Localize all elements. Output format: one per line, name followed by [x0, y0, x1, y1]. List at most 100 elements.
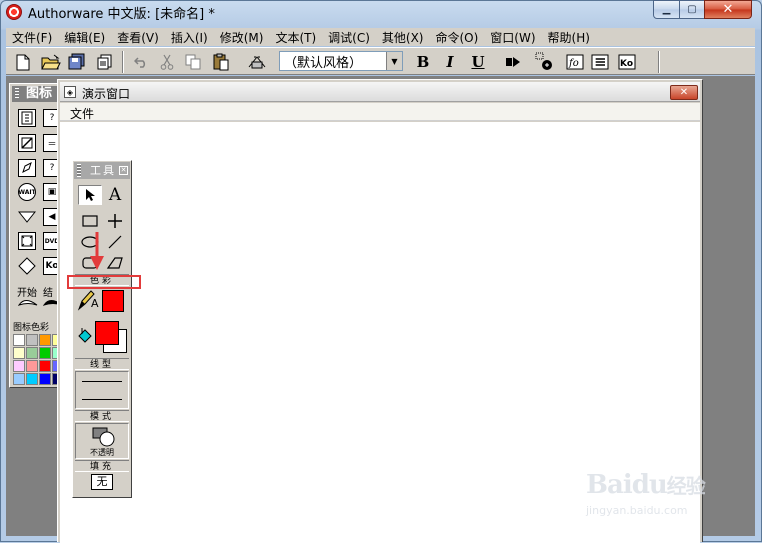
knowledge-objects-label: Ko	[620, 59, 633, 69]
icon-color-swatch[interactable]	[13, 373, 25, 385]
start-flag-label: 开始	[17, 288, 37, 299]
watermark-brand: Baidu	[586, 470, 668, 500]
mode-box[interactable]: 不透明	[75, 423, 129, 459]
main-toolbar: （默认风格） ▼ B I U fo Ko	[6, 47, 755, 75]
new-file-icon[interactable]	[12, 51, 34, 73]
copy-icon[interactable]	[182, 51, 204, 73]
bold-button[interactable]: B	[412, 51, 434, 73]
calculation-icon[interactable]	[18, 232, 36, 250]
chevron-down-icon[interactable]: ▼	[386, 52, 402, 70]
wait-icon[interactable]: WAIT	[18, 183, 36, 201]
fill-foreground-color[interactable]	[95, 321, 119, 345]
cut-icon[interactable]	[156, 51, 178, 73]
menu-debug[interactable]: 调试(C)	[322, 29, 376, 46]
fill-section-label: 填充	[75, 460, 129, 472]
italic-button[interactable]: I	[439, 51, 461, 73]
paste-icon[interactable]	[210, 51, 232, 73]
baidu-watermark: Baidu经验 jingyan.baidu.com	[586, 470, 726, 522]
menu-other[interactable]: 其他(X)	[376, 29, 430, 46]
line-sample	[82, 399, 122, 400]
menu-help[interactable]: 帮助(H)	[542, 29, 596, 46]
framework-icon[interactable]	[18, 159, 36, 177]
erase-icon[interactable]	[18, 134, 36, 152]
menu-edit[interactable]: 编辑(E)	[58, 29, 111, 46]
presentation-menubar: 文件	[60, 103, 700, 121]
menu-text[interactable]: 文本(T)	[269, 29, 322, 46]
control-panel-icon[interactable]	[534, 51, 556, 73]
highlight-box	[67, 275, 141, 289]
run-icon[interactable]	[502, 51, 524, 73]
close-button[interactable]: ✕	[704, 0, 752, 19]
variables-icon[interactable]	[589, 51, 611, 73]
drag-grip-icon[interactable]	[77, 164, 81, 177]
presentation-title: 演示窗口	[82, 87, 131, 101]
rectangle-tool[interactable]	[78, 211, 102, 231]
function-icon[interactable]: fo	[564, 51, 586, 73]
presentation-titlebar[interactable]: ◈ 演示窗口 ✕	[60, 82, 700, 102]
text-style-value: （默认风格）	[284, 55, 363, 71]
fill-pattern-none[interactable]: 无	[91, 474, 113, 490]
icon-color-swatch[interactable]	[39, 334, 51, 346]
save-all-icon[interactable]	[66, 51, 88, 73]
line-style-box[interactable]	[75, 371, 129, 409]
text-style-dropdown[interactable]: （默认风格） ▼	[279, 51, 403, 71]
menu-file[interactable]: 文件(F)	[6, 29, 58, 46]
menu-window[interactable]: 窗口(W)	[484, 29, 541, 46]
tools-title: 工具	[90, 164, 116, 177]
text-color-letter: A	[91, 297, 99, 310]
end-flag-label: 结	[43, 288, 53, 299]
annotation-arrow-icon	[87, 232, 107, 272]
toolbar-separator	[122, 51, 124, 73]
icon-color-swatch[interactable]	[13, 360, 25, 372]
menu-command[interactable]: 命令(O)	[429, 29, 484, 46]
tools-panel: 工具 ✕ A 色彩 A 线型 模式 不透明 填充 无	[72, 160, 132, 498]
text-tool[interactable]: A	[103, 185, 127, 205]
mode-section-label: 模式	[75, 410, 129, 422]
open-folder-icon[interactable]	[40, 51, 62, 73]
presentation-menu-file[interactable]: 文件	[70, 105, 94, 122]
drag-grip-icon[interactable]	[15, 88, 19, 100]
caption-buttons: ▁ ▢ ✕	[653, 0, 757, 19]
underline-button[interactable]: U	[467, 51, 489, 73]
knowledge-objects-icon[interactable]: Ko	[616, 51, 638, 73]
authorware-app-icon[interactable]	[6, 4, 22, 20]
find-replace-icon[interactable]	[246, 51, 268, 73]
map-icon[interactable]	[18, 257, 36, 275]
icon-color-label: 图标色彩	[13, 323, 50, 333]
watermark-url: jingyan.baidu.com	[586, 504, 688, 517]
menu-modify[interactable]: 修改(M)	[214, 29, 270, 46]
undo-icon[interactable]	[130, 51, 152, 73]
menu-view[interactable]: 查看(V)	[111, 29, 165, 46]
start-flag-icon[interactable]	[17, 298, 38, 310]
straight-line-tool[interactable]	[103, 211, 127, 231]
opaque-mode-icon	[92, 427, 116, 447]
maximize-button[interactable]: ▢	[679, 0, 705, 19]
paint-bucket-icon	[76, 324, 92, 346]
function-icon-label: fo	[568, 58, 579, 69]
icon-color-swatch[interactable]	[26, 360, 38, 372]
icon-color-swatch[interactable]	[13, 347, 25, 359]
line-style-section-label: 线型	[75, 358, 129, 370]
menu-bar: 文件(F) 编辑(E) 查看(V) 插入(I) 修改(M) 文本(T) 调试(C…	[6, 28, 755, 46]
icon-color-swatch[interactable]	[39, 373, 51, 385]
tools-close-button[interactable]: ✕	[119, 166, 128, 175]
minimize-button[interactable]: ▁	[653, 0, 680, 19]
tools-titlebar[interactable]: 工具 ✕	[74, 162, 130, 179]
thin-line-sample	[82, 381, 122, 382]
icon-color-swatch[interactable]	[26, 373, 38, 385]
window-title: Authorware 中文版: [未命名] *	[28, 7, 215, 22]
icon-color-swatch[interactable]	[39, 360, 51, 372]
toolbar-separator	[658, 51, 660, 73]
presentation-close-button[interactable]: ✕	[670, 85, 698, 100]
icon-color-swatch[interactable]	[13, 334, 25, 346]
icon-color-swatch[interactable]	[26, 347, 38, 359]
menu-insert[interactable]: 插入(I)	[165, 29, 214, 46]
line-color-swatch[interactable]	[102, 290, 124, 312]
import-icon[interactable]	[94, 51, 116, 73]
icon-color-swatch[interactable]	[26, 334, 38, 346]
watermark-brand-cn: 经验	[666, 474, 706, 498]
display-icon[interactable]	[18, 109, 36, 127]
icon-color-swatch[interactable]	[39, 347, 51, 359]
decision-icon[interactable]	[18, 208, 36, 226]
pointer-tool[interactable]	[78, 185, 102, 205]
